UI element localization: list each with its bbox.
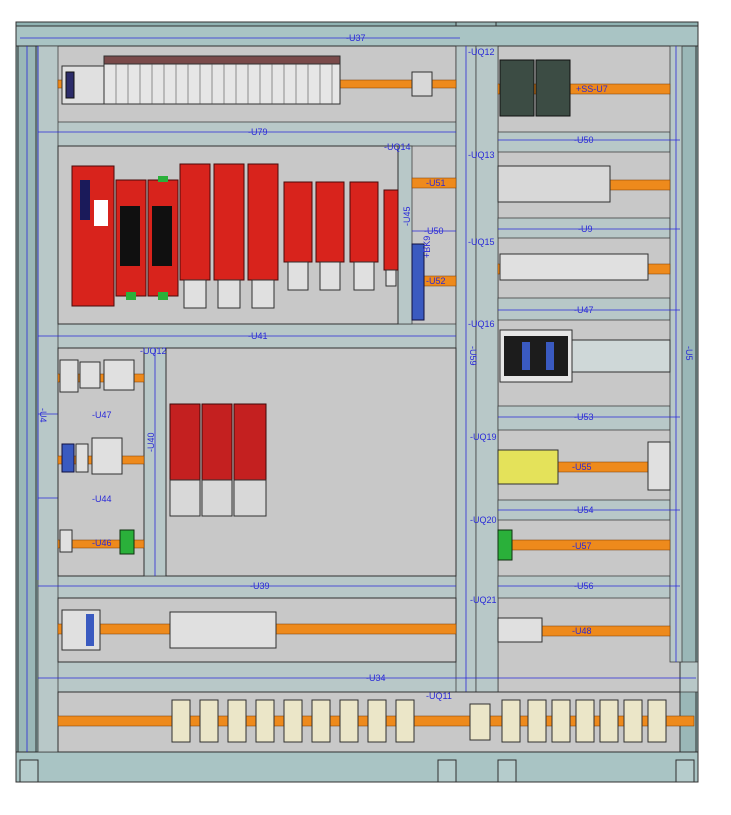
- label-uq20: -UQ20: [470, 515, 497, 525]
- label-uq21: -UQ21: [470, 595, 497, 605]
- label-u51: -U51: [426, 178, 446, 188]
- label-u45: -U45: [402, 206, 412, 226]
- label-u46: -U46: [92, 538, 112, 548]
- drive-5: [213, 163, 245, 281]
- label-u34: -U34: [366, 673, 386, 683]
- label-u5: -U5: [684, 346, 694, 361]
- label-uq12-mid: -UQ12: [140, 346, 167, 356]
- label-uq13: -UQ13: [468, 150, 495, 160]
- drive-group: [57, 145, 399, 325]
- drive-10: [383, 189, 399, 271]
- label-u50-left: -U50: [424, 226, 444, 236]
- duct-uq14: [397, 145, 413, 325]
- label-u47-left: -U47: [92, 410, 112, 420]
- contactor-group: [169, 403, 267, 517]
- foot-mid-left: [437, 759, 457, 783]
- duct-u39: [37, 575, 457, 599]
- label-u55: -U55: [572, 462, 592, 472]
- label-u54: -U54: [574, 505, 594, 515]
- label-uq15: -UQ15: [468, 237, 495, 247]
- contactor-1: [169, 403, 201, 481]
- label-u4: -U4: [38, 408, 48, 423]
- label-u52: -U52: [426, 276, 446, 286]
- drive-7: [283, 181, 313, 263]
- label-u57: -U57: [572, 541, 592, 551]
- label-uq12-top: -UQ12: [468, 47, 495, 57]
- label-u9: -U9: [578, 224, 593, 234]
- contactor-3: [233, 403, 267, 481]
- label-uq14: -UQ14: [384, 142, 411, 152]
- label-uq16: -UQ16: [468, 319, 495, 329]
- label-u40: -U40: [146, 432, 156, 452]
- contactor-2: [201, 403, 233, 481]
- label-u44: -U44: [92, 494, 112, 504]
- label-u79: -U79: [248, 127, 268, 137]
- label-ss-u7: +SS-U7: [576, 84, 608, 94]
- label-u50-right: -U50: [574, 135, 594, 145]
- label-u59: -U59: [468, 346, 478, 366]
- label-u41: -U41: [248, 331, 268, 341]
- label-u37: -U37: [346, 33, 366, 43]
- label-uq19: -UQ19: [470, 432, 497, 442]
- label-u53: -U53: [574, 412, 594, 422]
- foot-right: [675, 759, 695, 783]
- foot-mid-right: [497, 759, 517, 783]
- label-u56: -U56: [574, 581, 594, 591]
- drive-1: [71, 165, 115, 307]
- drive-8: [315, 181, 345, 263]
- label-uq11: -UQ11: [426, 691, 452, 701]
- drive-9: [349, 181, 379, 263]
- right-upright: [679, 45, 697, 753]
- drive-6: [247, 163, 279, 281]
- cabinet-drawing: -U37 -U79 -U41 -U39 -U34 -U47 -U44 -U46 …: [15, 21, 699, 783]
- duct-u4: [37, 45, 59, 753]
- bottom-rail: [15, 751, 699, 783]
- foot-left: [19, 759, 39, 783]
- label-u48: -U48: [572, 626, 592, 636]
- cabinet-layout-diagram: -U37 -U79 -U41 -U39 -U34 -U47 -U44 -U46 …: [0, 0, 731, 810]
- drive-4: [179, 163, 211, 281]
- label-bk9: +BK9: [422, 236, 432, 258]
- label-u39: -U39: [250, 581, 270, 591]
- label-u47-right: -U47: [574, 305, 594, 315]
